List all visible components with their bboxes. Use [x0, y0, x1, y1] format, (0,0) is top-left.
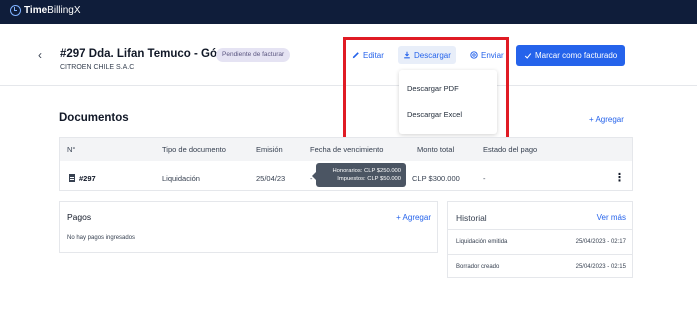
amount-breakdown-tooltip: Honorarios: CLP $250.000 Impuestos: CLP …: [312, 163, 406, 187]
history-entry-label: Liquidación emitida: [456, 239, 508, 245]
history-entry-label: Borrador creado: [456, 264, 500, 270]
timebilling-logo-icon: [10, 5, 21, 16]
add-document-button[interactable]: + Agregar: [589, 115, 624, 124]
back-button[interactable]: ‹: [38, 48, 42, 62]
column-header-due-date: Fecha de vencimiento: [310, 145, 384, 154]
logo-text: TimeBillingX: [24, 5, 81, 16]
history-entry-date: 25/04/2023 - 02:17: [575, 239, 626, 245]
highlight-annotation-box: [343, 37, 509, 141]
page-title: #297 Dda. Lifan Temuco - Góm...: [60, 48, 237, 60]
column-header-issue-date: Emisión: [256, 145, 283, 154]
mark-as-billed-button[interactable]: Marcar como facturado: [516, 45, 626, 66]
mark-as-billed-label: Marcar como facturado: [535, 51, 618, 60]
column-header-total: Monto total: [417, 145, 455, 154]
check-icon: [524, 52, 532, 59]
document-type: Liquidación: [162, 174, 200, 183]
history-entry-date: 25/04/2023 - 02:15: [575, 264, 626, 270]
view-more-link[interactable]: Ver más: [597, 213, 626, 222]
column-header-number: N°: [67, 145, 76, 154]
column-header-type: Tipo de documento: [162, 145, 226, 154]
documents-section-title: Documentos: [59, 112, 129, 124]
history-panel: Historial Ver más Liquidación emitida 25…: [447, 201, 633, 278]
payments-empty-state: No hay pagos ingresados: [67, 235, 136, 241]
tooltip-taxes: Impuestos: CLP $50.000: [337, 176, 401, 182]
more-vertical-icon[interactable]: ⋮: [614, 171, 625, 184]
document-total[interactable]: CLP $300.000: [412, 174, 460, 183]
column-header-payment-status: Estado del pago: [483, 145, 538, 154]
table-header-row: N° Tipo de documento Emisión Fecha de ve…: [60, 138, 632, 161]
client-name: CITROEN CHILE S.A.C: [60, 64, 135, 71]
add-payment-button[interactable]: + Agregar: [396, 213, 431, 222]
payments-title: Pagos: [67, 212, 92, 222]
file-icon: [69, 174, 75, 182]
payments-panel: Pagos + Agregar No hay pagos ingresados: [59, 201, 438, 253]
tooltip-fees: Honorarios: CLP $250.000: [332, 168, 401, 174]
document-payment-status: -: [483, 174, 486, 183]
document-number[interactable]: #297: [69, 174, 96, 183]
history-entry: Liquidación emitida 25/04/2023 - 02:17: [448, 229, 632, 253]
status-badge: Pendiente de facturar: [216, 48, 291, 62]
top-navbar: TimeBillingX: [0, 0, 697, 24]
app-logo[interactable]: TimeBillingX: [10, 5, 81, 16]
history-entry: Borrador creado 25/04/2023 - 02:15: [448, 254, 632, 278]
history-title: Historial: [456, 213, 487, 223]
document-issue-date: 25/04/23: [256, 174, 286, 183]
